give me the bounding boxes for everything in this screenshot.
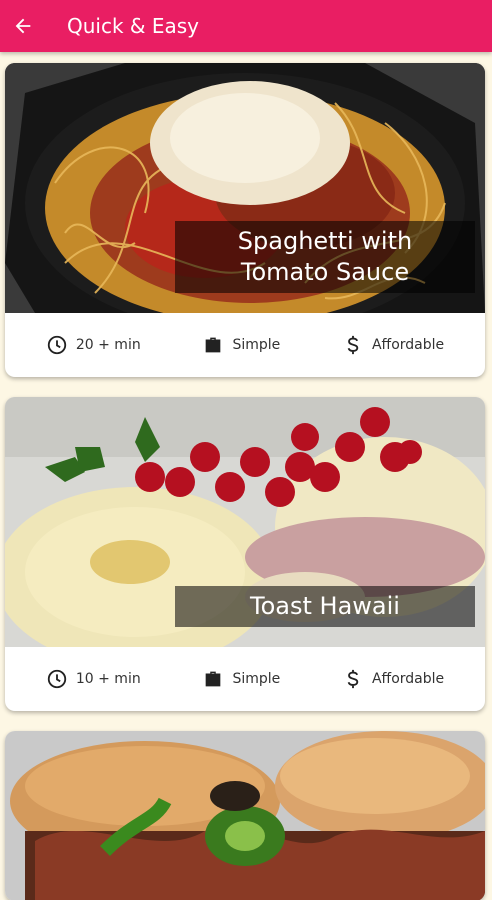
meal-image: Spaghetti with Tomato Sauce [5, 63, 485, 313]
arrow-back-icon [15, 18, 31, 34]
meal-card[interactable] [5, 731, 485, 900]
complexity-label: Simple [232, 671, 281, 687]
complexity-info: Simple [202, 334, 280, 356]
affordability-info: Affordable [342, 334, 444, 356]
dollar-icon [347, 335, 359, 355]
meal-title: Toast Hawaii [175, 586, 475, 627]
clock-icon [47, 669, 67, 689]
duration-label: 10 + min [75, 671, 141, 687]
affordability-info: Affordable [342, 668, 444, 690]
app-bar: Quick & Easy [0, 0, 492, 52]
meal-info-row: 20 + min Simple Affordable [5, 313, 485, 377]
dollar-icon [347, 669, 359, 689]
duration-info: 20 + min [46, 334, 141, 356]
briefcase-icon [206, 337, 221, 353]
briefcase-icon [206, 671, 221, 687]
meal-title: Spaghetti with Tomato Sauce [175, 221, 475, 293]
meal-info-row: 10 + min Simple Affordable [5, 647, 485, 711]
duration-label: 20 + min [75, 337, 141, 353]
duration-info: 10 + min [46, 668, 141, 690]
affordability-label: Affordable [371, 337, 445, 353]
meal-card[interactable]: Spaghetti with Tomato Sauce 20 + min Sim… [5, 63, 485, 377]
complexity-label: Simple [232, 337, 281, 353]
page-title: Quick & Easy [67, 14, 200, 38]
complexity-info: Simple [202, 668, 280, 690]
meal-image: Toast Hawaii [5, 397, 485, 647]
affordability-label: Affordable [371, 671, 445, 687]
back-button[interactable] [0, 0, 46, 52]
meal-card[interactable]: Toast Hawaii 10 + min Simple Affordable [5, 397, 485, 711]
meal-image [5, 731, 485, 900]
clock-icon [47, 335, 67, 355]
